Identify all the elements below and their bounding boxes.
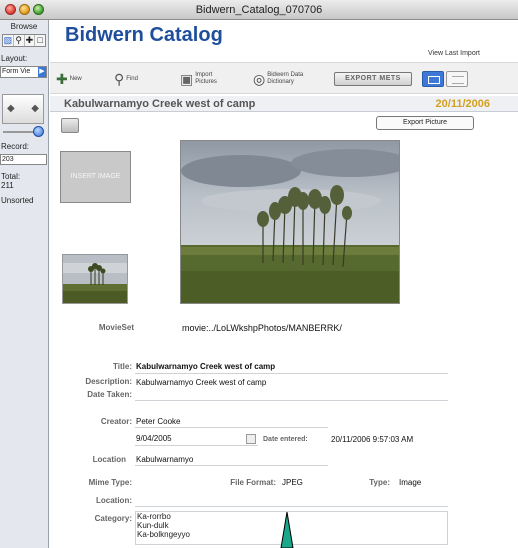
list-view-button[interactable]: [446, 71, 468, 87]
form-view-button[interactable]: [422, 71, 444, 87]
record-book[interactable]: ◆ ◆: [2, 94, 44, 124]
creator-field[interactable]: Peter Cooke: [136, 417, 180, 426]
total-value: 211: [1, 181, 14, 190]
location2-label: Location:: [96, 496, 132, 505]
import-pictures-button[interactable]: ▣ Import Pictures: [180, 69, 217, 89]
record-slider-thumb[interactable]: [33, 126, 44, 137]
picture-icon: ▣: [180, 71, 194, 87]
location2-field-border[interactable]: [135, 506, 448, 507]
magnifier-icon: ⚲: [114, 71, 125, 87]
creator-date-field-border: [135, 445, 258, 446]
date-taken-field-border[interactable]: [135, 400, 448, 401]
data-dictionary-button[interactable]: ◎ Bidwern Data Dictionary: [253, 69, 303, 89]
find-button-label: Find: [126, 75, 138, 82]
creator-field-border: [135, 427, 328, 428]
movieset-label: MovieSet: [98, 323, 134, 332]
find-button[interactable]: ⚲ Find: [114, 69, 138, 89]
preview-tool-icon[interactable]: □: [35, 35, 45, 46]
pointer-cursor-icon: [280, 512, 294, 548]
description-field[interactable]: Kabulwarnamyo Creek west of camp: [136, 378, 266, 387]
insert-image-button[interactable]: INSERT IMAGE: [60, 151, 131, 203]
dictionary-label-line-1: Bidwern Data: [267, 72, 304, 78]
new-button-label: New: [69, 75, 82, 82]
app-title: Bidwern Catalog: [65, 24, 223, 46]
category-label: Category:: [94, 514, 132, 523]
browse-tool-icon[interactable]: ▧: [3, 35, 14, 46]
creator-date-field[interactable]: 9/04/2005: [136, 434, 172, 443]
date-taken-label: Date Taken:: [87, 390, 132, 399]
record-number-field[interactable]: 203: [0, 154, 47, 165]
photo-thumbnail[interactable]: [62, 254, 128, 304]
view-last-import-link[interactable]: View Last Import: [428, 50, 480, 57]
title-field-border: [135, 373, 448, 374]
help-icon: ◎: [253, 71, 266, 87]
record-action-button[interactable]: [61, 118, 79, 133]
next-record-icon[interactable]: ◆: [31, 103, 39, 114]
total-label: Total:: [1, 172, 21, 181]
main-photo[interactable]: [180, 140, 400, 304]
location-field-border: [135, 465, 328, 466]
dictionary-button-label: Bidwern Data Dictionary: [267, 72, 303, 86]
window-titlebar: Bidwern_Catalog_070706: [0, 0, 518, 20]
date-entered-label: Date entered:: [263, 436, 308, 443]
record-header: Kabulwarnamyo Creek west of camp 20/11/2…: [50, 96, 518, 112]
mode-tools: ▧ ⚲ ✚ □: [2, 34, 46, 47]
record-title-heading: Kabulwarnamyo Creek west of camp: [64, 98, 256, 110]
description-label: Description:: [85, 377, 132, 386]
type-label: Type:: [369, 478, 390, 487]
location-field[interactable]: Kabulwarnamyo: [136, 455, 193, 464]
window-title: Bidwern_Catalog_070706: [195, 4, 323, 16]
type-field[interactable]: Image: [399, 478, 421, 487]
mime-type-label: Mime Type:: [88, 478, 132, 487]
layout-select-value: Form Vie: [2, 68, 31, 75]
dictionary-label-line-2: Dictionary: [267, 79, 294, 85]
previous-record-icon[interactable]: ◆: [7, 103, 15, 114]
file-format-label: File Format:: [230, 478, 276, 487]
creator-label: Creator:: [100, 417, 132, 426]
export-picture-button[interactable]: Export Picture: [376, 116, 474, 130]
layout-select[interactable]: Form Vie ▶: [0, 66, 47, 78]
title-label: Title:: [113, 362, 132, 371]
record-label: Record:: [1, 142, 30, 151]
layout-label: Layout:: [1, 54, 28, 63]
import-button-label: Import Pictures: [195, 72, 217, 86]
export-mets-button[interactable]: EXPORT METS: [334, 72, 412, 86]
status-sidebar: Browse ▧ ⚲ ✚ □ Layout: Form Vie ▶ ◆ ◆ Re…: [0, 20, 49, 548]
new-record-icon: ✚: [56, 71, 68, 87]
mode-label[interactable]: Browse: [0, 20, 48, 31]
find-tool-icon[interactable]: ⚲: [14, 35, 25, 46]
date-entered-field[interactable]: 20/11/2006 9:57:03 AM: [331, 435, 413, 444]
calendar-icon[interactable]: [246, 434, 256, 444]
toolbar: ✚ New ⚲ Find ▣ Import Pictures ◎ Bidwern…: [50, 62, 518, 94]
select-arrow-icon: ▶: [38, 67, 46, 77]
import-label-line-1: Import: [195, 72, 213, 78]
record-date-heading: 20/11/2006: [435, 98, 490, 110]
layout-tool-icon[interactable]: ✚: [25, 35, 36, 46]
sort-status: Unsorted: [1, 196, 34, 205]
new-button[interactable]: ✚ New: [56, 69, 82, 89]
location-label: Location: [92, 455, 126, 464]
import-label-line-2: Pictures: [195, 79, 217, 85]
movieset-value[interactable]: movie:../LoLWkshpPhotos/MANBERRK/: [182, 323, 342, 333]
layout-area: Bidwern Catalog View Last Import ✚ New ⚲…: [50, 20, 518, 548]
file-format-field[interactable]: JPEG: [282, 478, 303, 487]
title-field[interactable]: Kabulwarnamyo Creek west of camp: [136, 362, 275, 371]
